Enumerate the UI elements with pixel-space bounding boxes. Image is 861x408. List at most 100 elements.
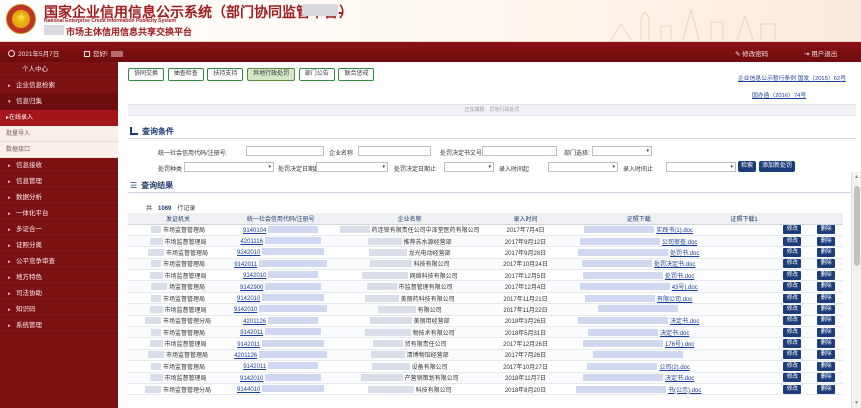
credit-code-cell[interactable]: 9142010 (228, 292, 334, 305)
column-header[interactable]: 统一社会信用代码/注册号 (228, 213, 334, 225)
certificate-download-cell[interactable]: 处罚书.doc (564, 269, 713, 282)
certificate-download-cell[interactable] (564, 303, 713, 316)
credit-code-cell[interactable]: 9142011 (228, 360, 334, 373)
sidebar-item-personal-center[interactable]: 个人中心 (0, 62, 118, 78)
credit-code-cell[interactable]: 9140104 (228, 224, 334, 236)
certificate-download-cell[interactable]: 有限公司.doc (564, 292, 713, 305)
edit-button[interactable]: 修改 (783, 225, 802, 235)
delete-button[interactable]: 删除 (817, 384, 836, 394)
delete-button[interactable]: 删除 (817, 350, 836, 360)
certificate-download-cell[interactable]: 公司审查.doc (564, 235, 713, 248)
regulation-link-2[interactable]: 国办函（2016）74号 (752, 90, 806, 99)
edit-button[interactable]: 修改 (783, 327, 802, 337)
sidebar-subitem-online-entry[interactable]: ▸在线录入 (0, 110, 118, 126)
sidebar-item[interactable]: ▸ 一体化平台 (0, 206, 118, 222)
sidebar-item[interactable]: ▸ 数据分析 (0, 190, 118, 206)
credit-code-input[interactable] (246, 146, 324, 156)
edit-button[interactable]: 修改 (783, 293, 802, 303)
delete-button[interactable]: 删除 (817, 236, 836, 246)
tab-joint-punishment[interactable]: 联合惩戒 (338, 68, 375, 81)
credit-code-cell[interactable]: 9142010 (228, 372, 334, 384)
credit-code-cell[interactable]: 9142900 (228, 280, 334, 293)
delete-button[interactable]: 删除 (817, 225, 836, 235)
edit-button[interactable]: 修改 (783, 373, 802, 383)
edit-button[interactable]: 修改 (783, 384, 802, 394)
company-name-input[interactable] (358, 146, 431, 156)
edit-button[interactable]: 修改 (783, 270, 802, 280)
regulation-link[interactable]: 企业信息公示暂行条例 国发（2015）62号 (738, 73, 846, 82)
edit-button[interactable]: 修改 (783, 361, 802, 371)
vertical-scrollbar[interactable]: ▲ ▼ (851, 172, 861, 408)
penalty-type-select[interactable]: ▾ (184, 162, 274, 172)
dept-select[interactable]: ▾ (592, 146, 652, 156)
credit-code-cell[interactable]: 9242010 (228, 246, 334, 259)
sidebar-item[interactable]: ▸ 信息接收 (0, 158, 118, 174)
delete-button[interactable]: 删除 (817, 327, 836, 337)
sidebar-item-info-collection[interactable]: ▾ 信息归集 (0, 94, 118, 110)
entry-time-to-select[interactable]: ▾ (666, 162, 736, 172)
tab-collaborative-exchange[interactable]: 协同交换 (128, 68, 165, 81)
delete-button[interactable]: 删除 (817, 247, 836, 257)
credit-code-cell[interactable]: 9142011 (228, 258, 334, 271)
search-button[interactable]: 检索 (738, 161, 757, 172)
sidebar-item[interactable]: ▸ 公平竞争审查 (0, 254, 118, 270)
edit-button[interactable]: 修改 (783, 316, 802, 326)
sidebar-item[interactable]: ▸ 地方特色 (0, 270, 118, 286)
certificate-download-cell[interactable]: 处罚书.doc (564, 246, 713, 259)
certificate-download-cell[interactable]: 公司(2).doc (564, 360, 713, 373)
logout-link[interactable]: ⇥ 用户退出 (804, 48, 837, 58)
tab-dept-notice[interactable]: 部门公告 (298, 68, 335, 81)
certificate-download-cell[interactable]: 决定书.doc (564, 315, 713, 328)
edit-button[interactable]: 修改 (783, 350, 802, 360)
certificate-download-cell[interactable]: 实践书(1).doc (564, 224, 713, 236)
edit-button[interactable]: 修改 (783, 282, 802, 292)
certificate-download-cell[interactable]: 176号).doc (564, 337, 713, 350)
tab-remote-penalty[interactable]: 异地行政处罚 (247, 68, 296, 81)
column-header[interactable]: 证照下载 (564, 213, 713, 225)
scroll-up-icon[interactable]: ▲ (854, 174, 859, 180)
scroll-down-icon[interactable]: ▼ (854, 400, 859, 406)
change-password-link[interactable]: ✎ 修改密码 (735, 48, 768, 58)
delete-button[interactable]: 删除 (817, 304, 836, 314)
scrollbar-thumb[interactable] (854, 186, 860, 266)
sidebar-item[interactable]: ▸ 知识码 (0, 302, 118, 318)
edit-button[interactable]: 修改 (783, 247, 802, 257)
delete-button[interactable]: 删除 (817, 282, 836, 292)
edit-button[interactable]: 修改 (783, 259, 802, 269)
sidebar-item[interactable]: ▸ 司法协助 (0, 286, 118, 302)
delete-button[interactable]: 删除 (817, 270, 836, 280)
delete-button[interactable]: 删除 (817, 339, 836, 349)
certificate-download-cell[interactable]: 书(公示).doc (564, 383, 713, 396)
certificate-download-cell[interactable]: 43号).doc (564, 280, 713, 293)
delete-button[interactable]: 删除 (817, 361, 836, 371)
delete-button[interactable]: 删除 (817, 259, 836, 269)
delete-button[interactable]: 删除 (817, 293, 836, 303)
certificate-download-cell[interactable]: 处罚决定书.doc (564, 258, 713, 271)
column-header[interactable]: 发证机关 (128, 213, 229, 225)
decision-date-from-select[interactable]: ▾ (316, 162, 388, 172)
credit-code-cell[interactable]: 9142010 (228, 303, 334, 316)
column-header[interactable]: 企业名称 (333, 213, 487, 225)
edit-button[interactable]: 修改 (783, 236, 802, 246)
sidebar-item[interactable]: ▸ 多证合一 (0, 222, 118, 238)
tab-spot-check[interactable]: 抽查检查 (167, 68, 204, 81)
entry-time-from-select[interactable]: ▾ (548, 162, 618, 172)
certificate-download-cell[interactable] (564, 349, 713, 362)
sidebar-subitem-data-interface[interactable]: 数据接口 (0, 142, 118, 158)
decision-date-to-select[interactable]: ▾ (444, 162, 494, 172)
certificate-download-cell[interactable]: 决定书.doc (564, 326, 713, 339)
credit-code-cell[interactable]: 9142011 (228, 337, 334, 350)
sidebar-item[interactable]: ▸ 信息管理 (0, 174, 118, 190)
column-header[interactable]: 证照下载1 (712, 213, 776, 225)
tab-support[interactable]: 扶持支持 (207, 68, 244, 81)
credit-code-cell[interactable]: 4201126 (228, 349, 334, 362)
add-penalty-button[interactable]: 添加新处罚 (759, 161, 796, 172)
sidebar-item[interactable]: ▸ 证照分离 (0, 238, 118, 254)
column-header[interactable]: 录入时间 (486, 213, 565, 225)
sidebar-subitem-batch-import[interactable]: 批量导入 (0, 126, 118, 142)
credit-code-cell[interactable]: 9142011 (228, 326, 334, 339)
credit-code-cell[interactable]: 4201116 (228, 235, 334, 248)
certificate-download-cell[interactable]: 决定书.doc (564, 372, 713, 384)
edit-button[interactable]: 修改 (783, 339, 802, 349)
sidebar-item[interactable]: ▸ 系统管理 (0, 318, 118, 334)
